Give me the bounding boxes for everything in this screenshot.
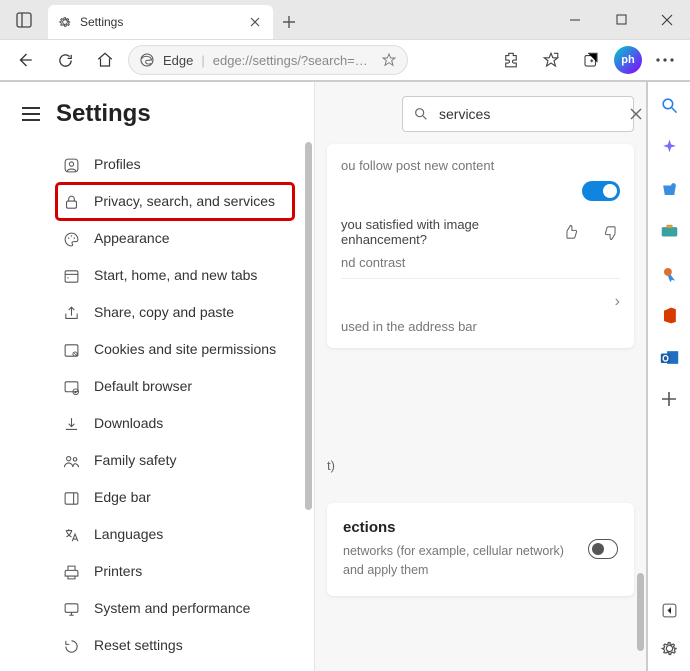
sidebar-icon [62,489,80,507]
collections-button[interactable] [574,43,608,77]
refresh-button[interactable] [48,43,82,77]
more-menu-button[interactable] [648,43,682,77]
toggle-switch[interactable] [582,181,620,201]
nav-item-profiles[interactable]: Profiles [56,146,294,183]
share-icon [62,304,80,322]
palette-icon [62,230,80,248]
page-title: Settings [56,100,151,128]
panel-scrollbar[interactable] [637,573,644,651]
snippet-text: ou follow post new content [341,158,620,173]
address-prefix: Edge [163,53,193,68]
nav-item-privacy[interactable]: Privacy, search, and services [56,183,294,220]
snippet-text: t) [327,458,634,473]
back-button[interactable] [8,43,42,77]
rail-collapse-icon[interactable] [658,599,680,621]
nav-label: Downloads [94,414,163,432]
nav-item-family[interactable]: Family safety [56,442,294,479]
printer-icon [62,563,80,581]
question-text: you satisfied with image enhancement? [341,217,562,247]
snippet-text: used in the address bar [341,319,620,334]
nav-item-appearance[interactable]: Appearance [56,220,294,257]
gear-icon [58,15,72,29]
nav-label: Share, copy and paste [94,303,234,321]
rail-outlook-icon[interactable] [658,346,680,368]
edge-logo-icon [139,52,155,68]
nav-label: Cookies and site permissions [94,340,276,358]
reset-icon [62,637,80,655]
profile-avatar[interactable]: ph [614,46,642,74]
nav-item-system[interactable]: System and performance [56,590,294,627]
chevron-right-icon[interactable]: › [615,293,620,311]
close-tab-button[interactable] [247,14,263,30]
nav-item-edgebar[interactable]: Edge bar [56,479,294,516]
download-icon [62,415,80,433]
tab-title: Settings [80,15,239,29]
toggle-switch[interactable] [588,539,618,559]
address-bar[interactable]: Edge | edge://settings/?search=se... [128,45,408,75]
favorites-button[interactable] [534,43,568,77]
monitor-icon [62,600,80,618]
address-url: edge://settings/?search=se... [213,53,373,68]
rail-shopping-icon[interactable] [658,178,680,200]
nav-label: Printers [94,562,142,580]
nav-label: Languages [94,525,163,543]
rail-rewards-icon[interactable] [658,262,680,284]
rail-office-icon[interactable] [658,304,680,326]
family-icon [62,452,80,470]
section-subtitle: networks (for example, cellular network)… [343,542,588,580]
nav-label: Start, home, and new tabs [94,266,257,284]
language-icon [62,526,80,544]
window-icon [62,267,80,285]
lock-icon [62,193,80,211]
nav-menu-button[interactable] [22,107,40,121]
thumbs-down-button[interactable] [603,224,620,241]
browser-tab[interactable]: Settings [48,5,273,39]
nav-item-printers[interactable]: Printers [56,553,294,590]
nav-item-default-browser[interactable]: Default browser [56,368,294,405]
settings-search[interactable] [402,96,634,132]
nav-item-languages[interactable]: Languages [56,516,294,553]
thumbs-up-button[interactable] [562,224,579,241]
clear-search-button[interactable] [630,108,642,120]
nav-label: Privacy, search, and services [94,192,275,210]
nav-label: Edge bar [94,488,151,506]
rail-search-icon[interactable] [658,94,680,116]
nav-label: Profiles [94,155,141,173]
favorite-star-icon[interactable] [381,52,397,68]
nav-label: Family safety [94,451,176,469]
nav-item-reset[interactable]: Reset settings [56,627,294,664]
snippet-text: nd contrast [341,255,620,270]
rail-add-icon[interactable] [658,388,680,410]
nav-item-cookies[interactable]: Cookies and site permissions [56,331,294,368]
rail-settings-icon[interactable] [658,637,680,659]
home-button[interactable] [88,43,122,77]
cookie-icon [62,341,80,359]
extensions-button[interactable] [494,43,528,77]
minimize-button[interactable] [552,0,598,39]
new-tab-button[interactable] [273,5,305,39]
nav-label: Appearance [94,229,170,247]
rail-tools-icon[interactable] [658,220,680,242]
nav-label: System and performance [94,599,250,617]
profile-icon [62,156,80,174]
search-input[interactable] [439,106,620,122]
rail-discover-icon[interactable] [658,136,680,158]
section-title: ections [343,519,588,536]
search-icon [413,106,429,122]
browser-check-icon [62,378,80,396]
nav-label: Default browser [94,377,192,395]
tab-actions-button[interactable] [0,0,48,39]
nav-item-share[interactable]: Share, copy and paste [56,294,294,331]
nav-scrollbar[interactable] [305,142,312,510]
close-window-button[interactable] [644,0,690,39]
maximize-button[interactable] [598,0,644,39]
nav-label: Reset settings [94,636,183,654]
nav-item-start[interactable]: Start, home, and new tabs [56,257,294,294]
nav-item-downloads[interactable]: Downloads [56,405,294,442]
